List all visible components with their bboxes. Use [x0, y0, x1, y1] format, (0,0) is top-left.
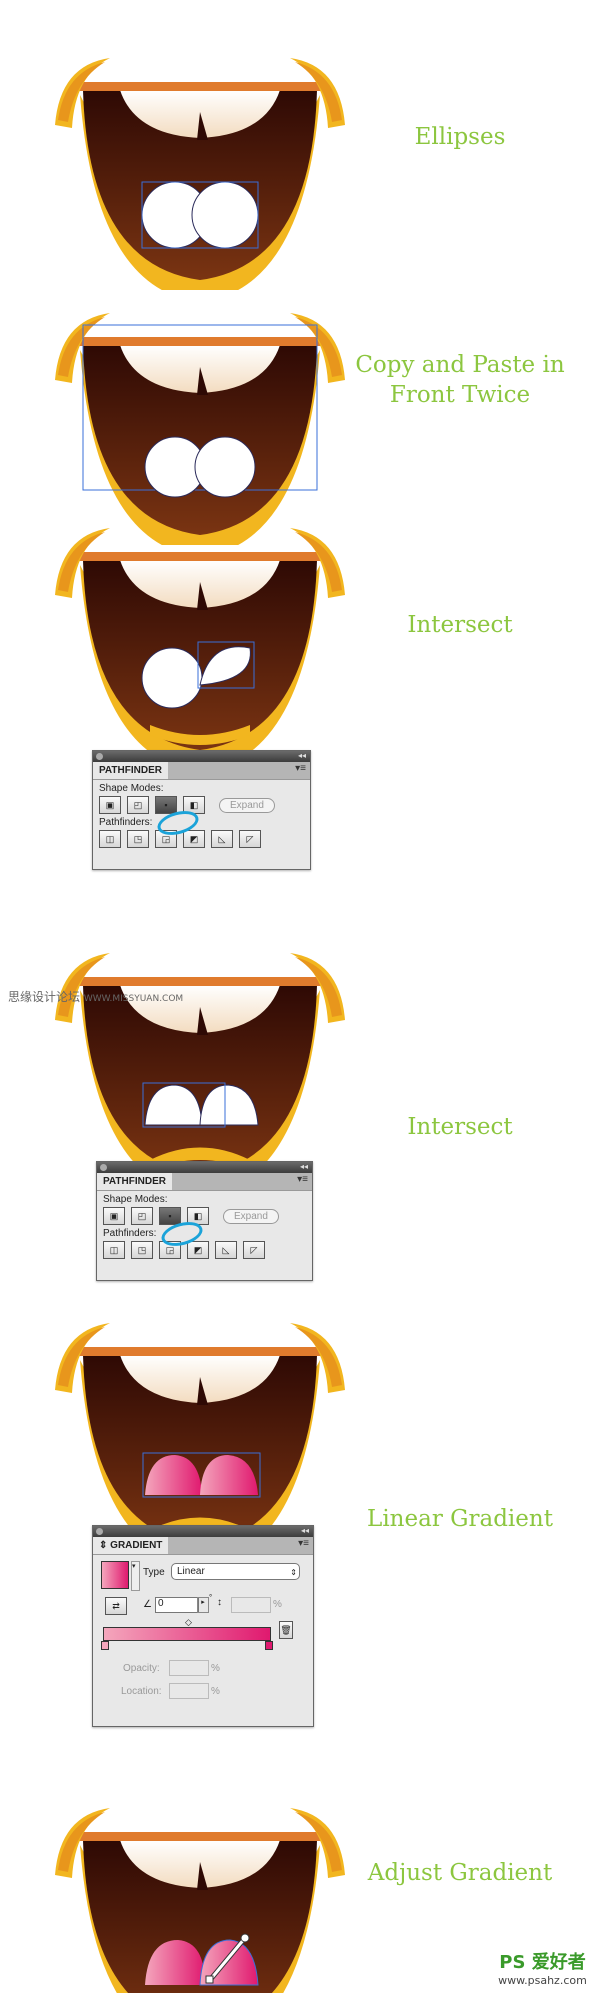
- mouth-illustration: [55, 528, 345, 760]
- trim-button[interactable]: ◳: [131, 1241, 153, 1259]
- angle-unit: °: [209, 1593, 213, 1602]
- step-label: Adjust Gradient: [367, 1860, 553, 1886]
- minus-front-button[interactable]: ◰: [131, 1207, 153, 1225]
- step-label: Ellipses: [414, 124, 506, 150]
- divide-button[interactable]: ◫: [103, 1241, 125, 1259]
- gradient-stop-end[interactable]: [265, 1641, 273, 1650]
- shape-modes-label: Shape Modes:: [99, 783, 164, 794]
- angle-field[interactable]: 0: [155, 1597, 199, 1613]
- expand-button[interactable]: Expand: [219, 797, 275, 813]
- collapse-icon[interactable]: ◂◂: [300, 1162, 308, 1171]
- mouth-illustration: [55, 1808, 345, 1993]
- step-label: Linear Gradient: [367, 1506, 553, 1532]
- expand-button[interactable]: Expand: [223, 1208, 279, 1224]
- type-select[interactable]: Linear ⇕: [171, 1563, 300, 1580]
- location-label: Location:: [121, 1686, 162, 1697]
- intersect-button[interactable]: ▪: [155, 796, 177, 814]
- location-unit: %: [211, 1686, 220, 1697]
- unite-button[interactable]: ▣: [103, 1207, 125, 1225]
- select-arrows-icon: ⇕: [290, 1568, 297, 1577]
- location-field[interactable]: [169, 1683, 209, 1699]
- watermark-text: 思缘设计论坛 WWW.MISSYUAN.COM: [8, 990, 184, 1004]
- logo-url: www.psahz.com: [498, 1974, 587, 1987]
- angle-dropdown[interactable]: ▸: [197, 1597, 209, 1613]
- step-label: Intersect: [407, 612, 513, 638]
- tab-label: GRADIENT: [110, 1540, 163, 1551]
- watermark-logo: PS 爱好者 www.psahz.com: [490, 1948, 595, 1987]
- panel-menu-icon[interactable]: ▾≡: [295, 763, 306, 774]
- mouth-illustration: [55, 313, 345, 545]
- mouth-illustration: [55, 58, 345, 290]
- collapse-icon[interactable]: ◂◂: [298, 751, 306, 760]
- angle-value: 0: [158, 1598, 164, 1609]
- panel-titlebar[interactable]: ◂◂: [93, 751, 310, 762]
- reverse-gradient-button[interactable]: ⇄: [105, 1597, 127, 1615]
- crop-button[interactable]: ◩: [187, 1241, 209, 1259]
- pathfinders-label: Pathfinders:: [99, 817, 153, 828]
- minus-back-button[interactable]: ◸: [239, 830, 261, 848]
- mouth-illustration: [55, 953, 345, 1185]
- opacity-field[interactable]: [169, 1660, 209, 1676]
- step-label: Intersect: [407, 1114, 513, 1140]
- tutorial-page: Ellipses Copy and Paste in Front Twice I…: [0, 0, 600, 1993]
- mouth-illustration: [55, 1323, 345, 1555]
- tab-pathfinder[interactable]: PATHFINDER: [97, 1173, 172, 1190]
- aspect-ratio-field[interactable]: [231, 1597, 271, 1613]
- type-label: Type: [143, 1567, 165, 1578]
- pathfinder-panel: ◂◂ PATHFINDER ▾≡ Shape Modes: ▣ ◰ ▪ ◧ Exp…: [96, 1161, 313, 1281]
- outline-button[interactable]: ◺: [215, 1241, 237, 1259]
- collapse-icon[interactable]: ◂◂: [301, 1526, 309, 1535]
- gradient-swatch[interactable]: [101, 1561, 129, 1589]
- crop-button[interactable]: ◩: [183, 830, 205, 848]
- aspect-ratio-icon: ↕: [217, 1597, 222, 1608]
- panel-menu-icon[interactable]: ▾≡: [298, 1538, 309, 1549]
- tab-gradient[interactable]: ⇕ GRADIENT: [93, 1537, 169, 1554]
- gradient-panel: ◂◂ ⇕ GRADIENT ▾≡ ▾ Type Linear ⇕ ⇄ ∠ 0 ▸ °…: [92, 1525, 314, 1727]
- gradient-slider[interactable]: [103, 1627, 271, 1641]
- step-label: Copy and Paste in Front Twice: [355, 352, 565, 408]
- type-value: Linear: [177, 1566, 205, 1577]
- opacity-label: Opacity:: [123, 1663, 160, 1674]
- close-icon[interactable]: [96, 1528, 103, 1535]
- panel-menu-icon[interactable]: ▾≡: [297, 1174, 308, 1185]
- logo-text: PS 爱好者: [499, 1952, 586, 1973]
- close-icon[interactable]: [100, 1164, 107, 1171]
- panel-titlebar[interactable]: ◂◂: [93, 1526, 313, 1537]
- gradient-stop-start[interactable]: [101, 1641, 109, 1650]
- shape-modes-label: Shape Modes:: [103, 1194, 168, 1205]
- divide-button[interactable]: ◫: [99, 830, 121, 848]
- trim-button[interactable]: ◳: [127, 830, 149, 848]
- pathfinder-panel: ◂◂ PATHFINDER ▾≡ Shape Modes: ▣ ◰ ▪ ◧ Exp…: [92, 750, 311, 870]
- outline-button[interactable]: ◺: [211, 830, 233, 848]
- delete-stop-icon[interactable]: 🗑: [279, 1621, 293, 1639]
- panel-titlebar[interactable]: ◂◂: [97, 1162, 312, 1173]
- intersect-button[interactable]: ▪: [159, 1207, 181, 1225]
- opacity-unit: %: [211, 1663, 220, 1674]
- angle-icon: ∠: [143, 1599, 152, 1610]
- swatch-dropdown[interactable]: ▾: [131, 1561, 140, 1591]
- minus-back-button[interactable]: ◸: [243, 1241, 265, 1259]
- minus-front-button[interactable]: ◰: [127, 796, 149, 814]
- pathfinders-label: Pathfinders:: [103, 1228, 157, 1239]
- aspect-unit: %: [273, 1599, 282, 1610]
- unite-button[interactable]: ▣: [99, 796, 121, 814]
- close-icon[interactable]: [96, 753, 103, 760]
- tab-pathfinder[interactable]: PATHFINDER: [93, 762, 168, 779]
